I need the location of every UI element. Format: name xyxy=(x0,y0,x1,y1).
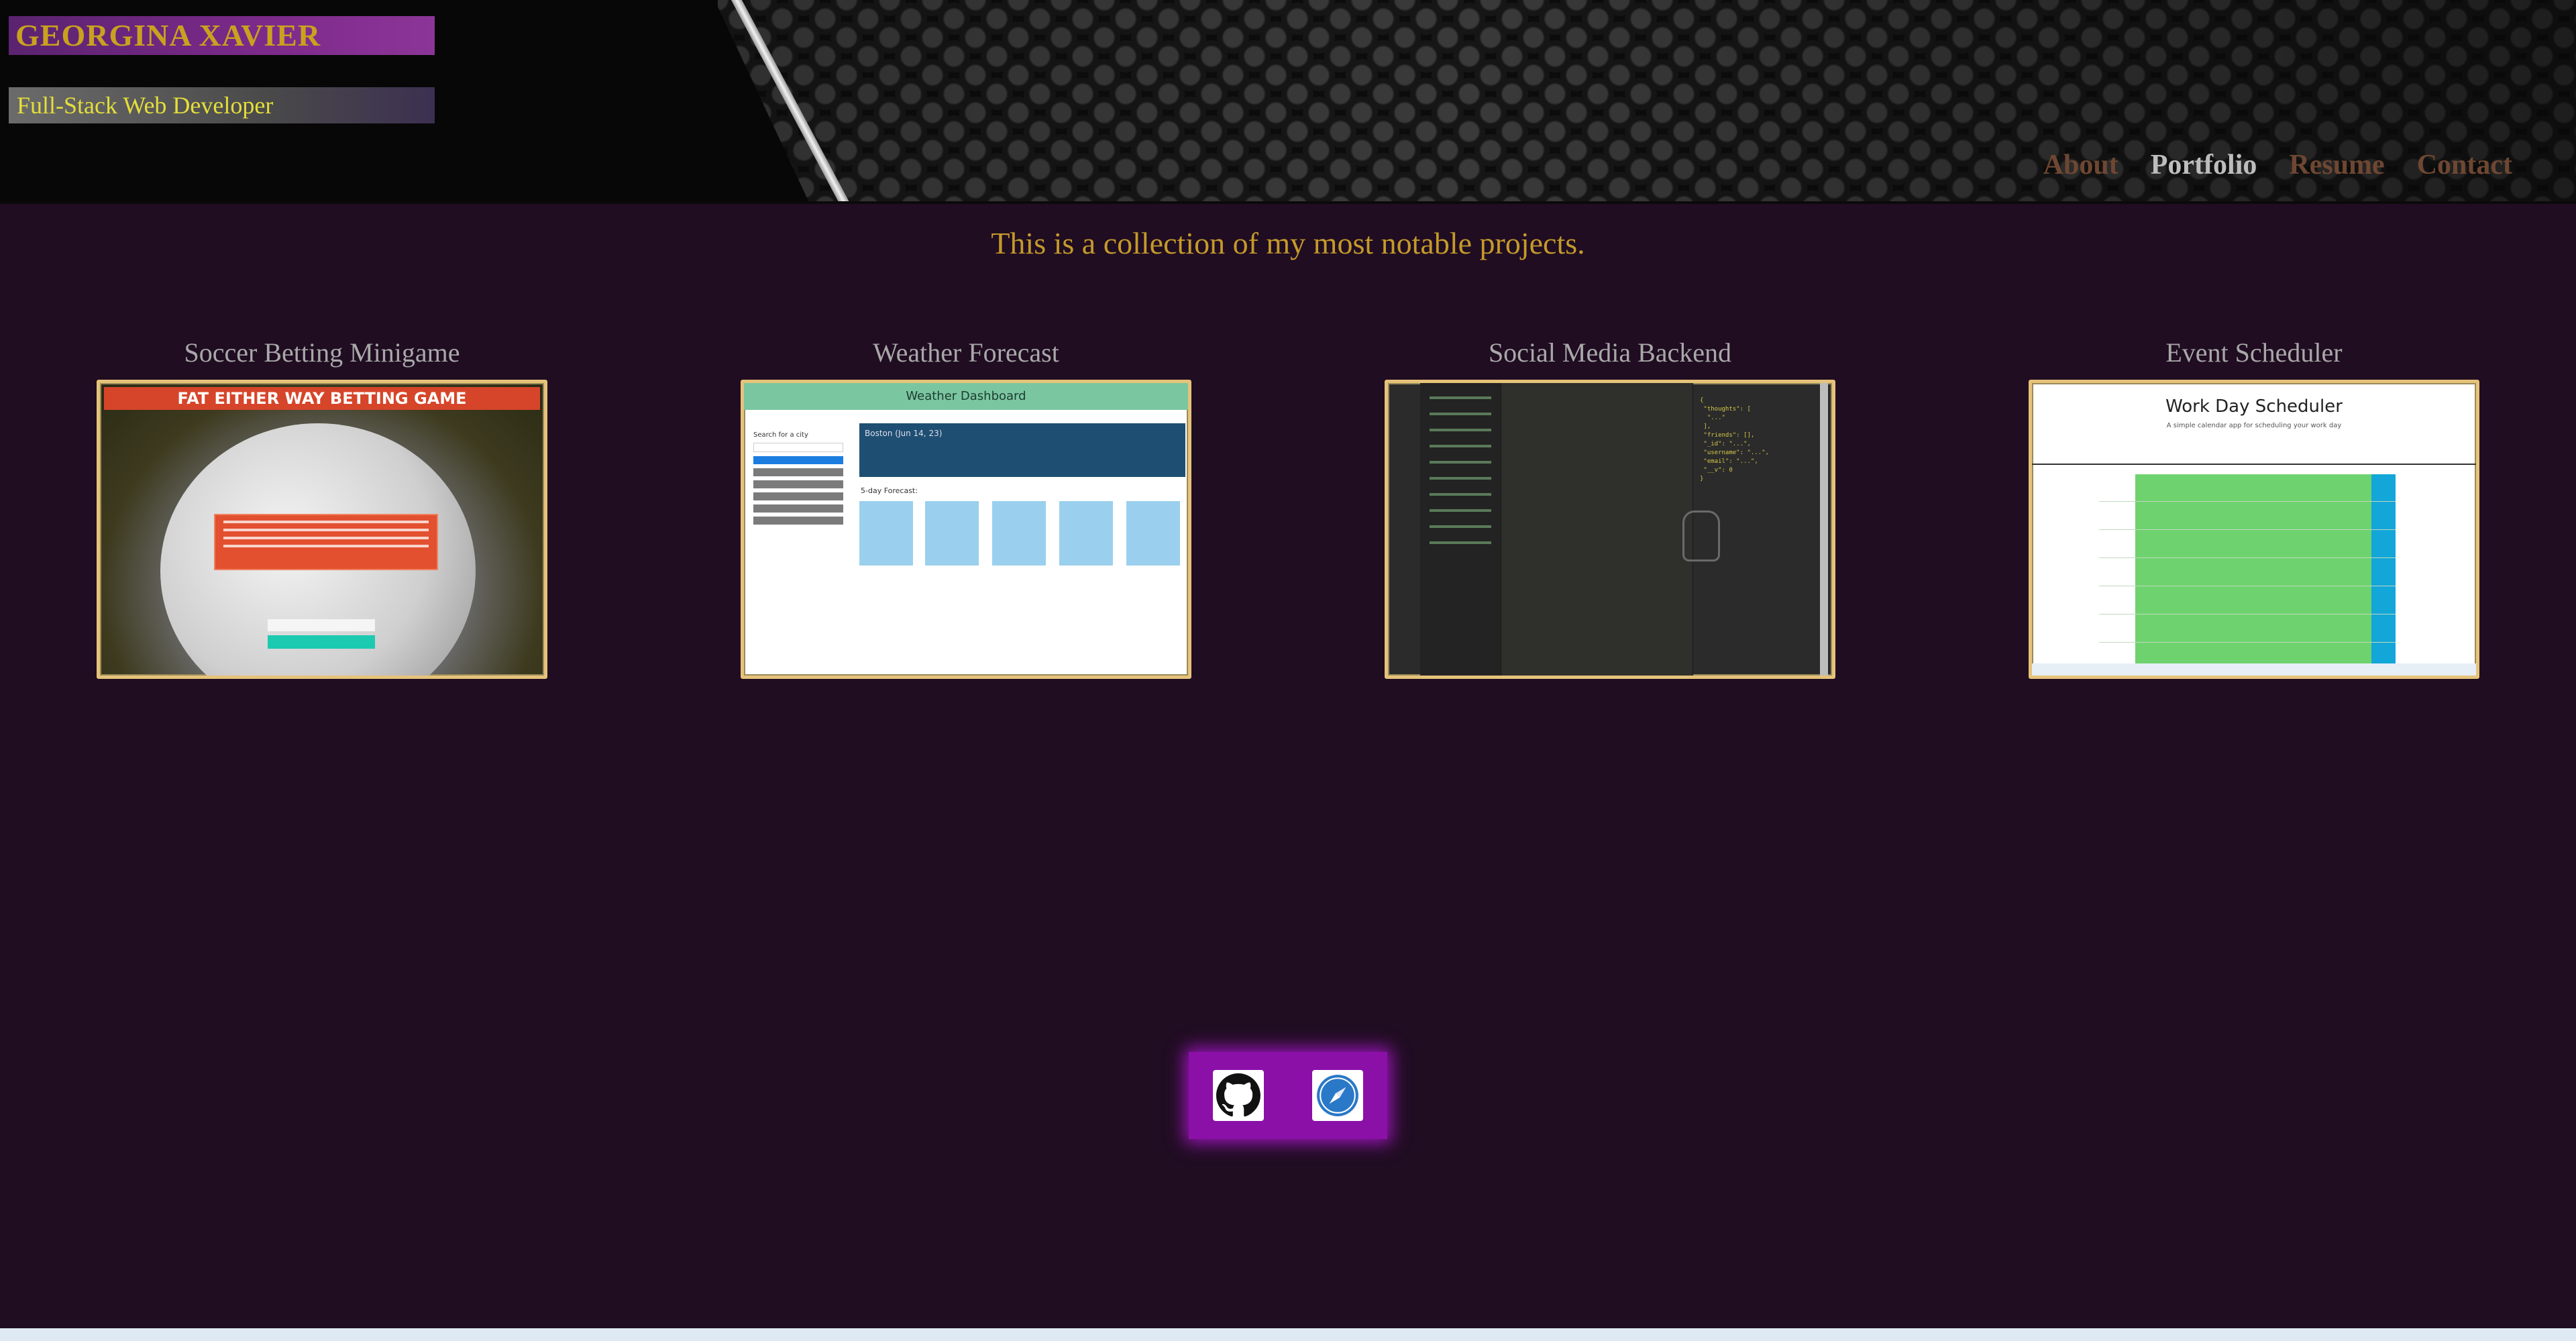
project-thumbnail[interactable]: Weather Dashboard Search for a city Bost… xyxy=(741,380,1191,679)
thumbnail-history-item xyxy=(753,492,843,500)
project-title: Social Media Backend xyxy=(1488,337,1732,368)
thumbnail-search-label: Search for a city xyxy=(753,431,808,439)
project-thumbnail[interactable]: FAT EITHER WAY BETTING GAME xyxy=(97,380,547,679)
thumbnail-banner: FAT EITHER WAY BETTING GAME xyxy=(104,387,540,410)
thumbnail-forecast-card xyxy=(1059,501,1113,566)
nav-link-resume[interactable]: Resume xyxy=(2289,149,2384,181)
thumbnail-sidebar: Search for a city xyxy=(753,431,843,529)
github-link[interactable] xyxy=(1213,1070,1264,1121)
thumbnail-divider xyxy=(2032,464,2476,465)
thumbnail-search-button xyxy=(753,456,843,464)
portfolio-intro: This is a collection of my most notable … xyxy=(991,226,1585,260)
nav-link-contact[interactable]: Contact xyxy=(2417,149,2512,181)
project-title: Weather Forecast xyxy=(873,337,1059,368)
nav-link-about[interactable]: About xyxy=(2043,149,2118,181)
os-taskbar xyxy=(0,1328,2576,1341)
project-thumbnail[interactable]: Work Day Scheduler A simple calendar app… xyxy=(2029,380,2479,679)
project-title: Event Scheduler xyxy=(2165,337,2343,368)
thumbnail-history-item xyxy=(753,517,843,525)
thumbnail-history-item xyxy=(753,468,843,476)
thumbnail-rules-panel xyxy=(214,514,438,570)
hand-icon xyxy=(1682,511,1720,561)
thumbnail-row-line xyxy=(2099,642,2396,643)
thumbnail-button xyxy=(268,635,375,649)
thumbnail-request-sidebar xyxy=(1420,383,1501,676)
project-title: Soccer Betting Minigame xyxy=(184,337,460,368)
thumbnail-row-line xyxy=(2099,501,2396,502)
main-nav: About Portfolio Resume Contact xyxy=(2043,149,2512,181)
thumbnail-current-weather: Boston (Jun 14, 23) xyxy=(859,423,1185,477)
thumbnail-forecast-card xyxy=(859,501,913,566)
thumbnail-row-line xyxy=(2099,557,2396,558)
project-card-social: Social Media Backend { "thoughts": [ "..… xyxy=(1385,335,1835,679)
website-link[interactable] xyxy=(1312,1070,1363,1121)
thumbnail-forecast-card xyxy=(1126,501,1180,566)
footer-links xyxy=(1189,1052,1387,1139)
project-card-soccer: Soccer Betting Minigame FAT EITHER WAY B… xyxy=(97,335,547,679)
thumbnail-scrollbar xyxy=(1820,383,1828,676)
thumbnail-save-column xyxy=(2371,474,2396,666)
thumbnail-forecast-label: 5-day Forecast: xyxy=(861,486,918,495)
nav-link-portfolio[interactable]: Portfolio xyxy=(2151,149,2257,181)
project-thumbnail[interactable]: { "thoughts": [ "..." ], "friends": [], … xyxy=(1385,380,1835,679)
thumbnail-json-response: { "thoughts": [ "..." ], "friends": [], … xyxy=(1700,397,1769,482)
thumbnail-forecast-card xyxy=(992,501,1046,566)
thumbnail-search-box xyxy=(753,443,843,452)
github-icon xyxy=(1216,1073,1260,1117)
site-owner-title: Full-Stack Web Developer xyxy=(9,87,435,123)
thumbnail-forecast-card xyxy=(925,501,979,566)
thumbnail-header: Weather Dashboard xyxy=(744,383,1188,410)
thumbnail-request-pane xyxy=(1501,383,1720,676)
thumbnail-history-item xyxy=(753,480,843,488)
thumbnail-time-grid xyxy=(2135,474,2371,666)
project-card-scheduler: Event Scheduler Work Day Scheduler A sim… xyxy=(2029,335,2479,679)
project-card-weather: Weather Forecast Weather Dashboard Searc… xyxy=(741,335,1191,679)
thumbnail-subheading: A simple calendar app for scheduling you… xyxy=(2166,422,2342,429)
thumbnail-history-item xyxy=(753,504,843,513)
thumbnail-row-line xyxy=(2099,529,2396,530)
compass-icon xyxy=(1317,1075,1358,1116)
thumbnail-input xyxy=(268,619,375,631)
site-header: GEORGINA XAVIER Full-Stack Web Developer… xyxy=(0,0,2576,204)
site-owner-name: GEORGINA XAVIER xyxy=(9,16,435,55)
thumbnail-taskbar xyxy=(2032,663,2476,676)
thumbnail-heading: Work Day Scheduler xyxy=(2165,396,2343,417)
